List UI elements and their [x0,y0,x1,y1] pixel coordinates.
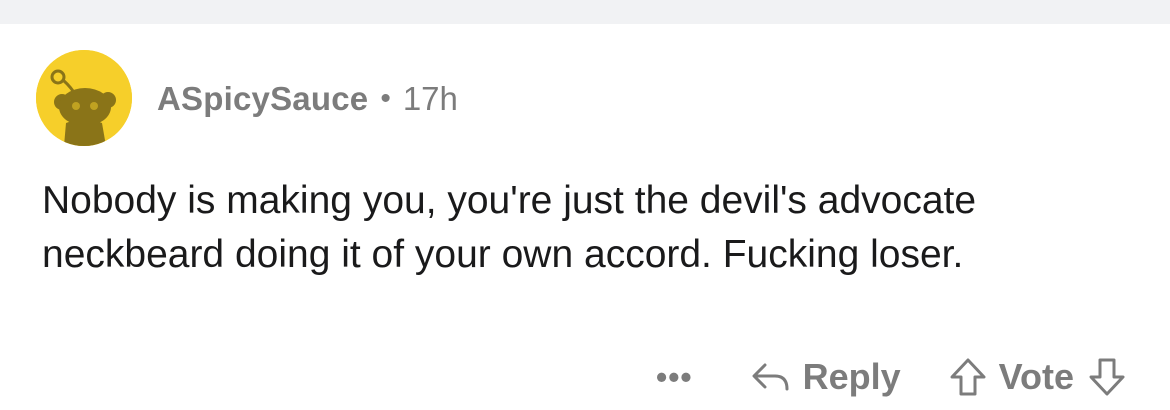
downvote-arrow-icon[interactable] [1088,357,1126,397]
comment-actions: ••• Reply Vote [656,354,1126,400]
username-link[interactable]: ASpicySauce [157,80,368,118]
more-options-icon: ••• [656,358,693,395]
top-separator-strip [0,0,1170,24]
reply-label: Reply [802,356,901,397]
user-avatar[interactable] [36,50,132,146]
vote-control: Vote [949,356,1126,398]
reply-arrow-icon [752,363,789,391]
comment-body: Nobody is making you, you're just the de… [42,179,977,276]
meta-separator: • [380,82,391,115]
reply-button[interactable]: Reply [749,356,901,398]
comment-card: ASpicySauce • 17h Nobody is making you, … [0,24,1170,410]
vote-label: Vote [998,356,1074,397]
snoo-avatar-icon [36,50,132,146]
more-options-button[interactable]: ••• [656,359,693,396]
comment-meta: ASpicySauce • 17h [157,79,458,119]
upvote-arrow-icon[interactable] [949,357,987,397]
comment-timestamp: 17h [402,80,458,117]
